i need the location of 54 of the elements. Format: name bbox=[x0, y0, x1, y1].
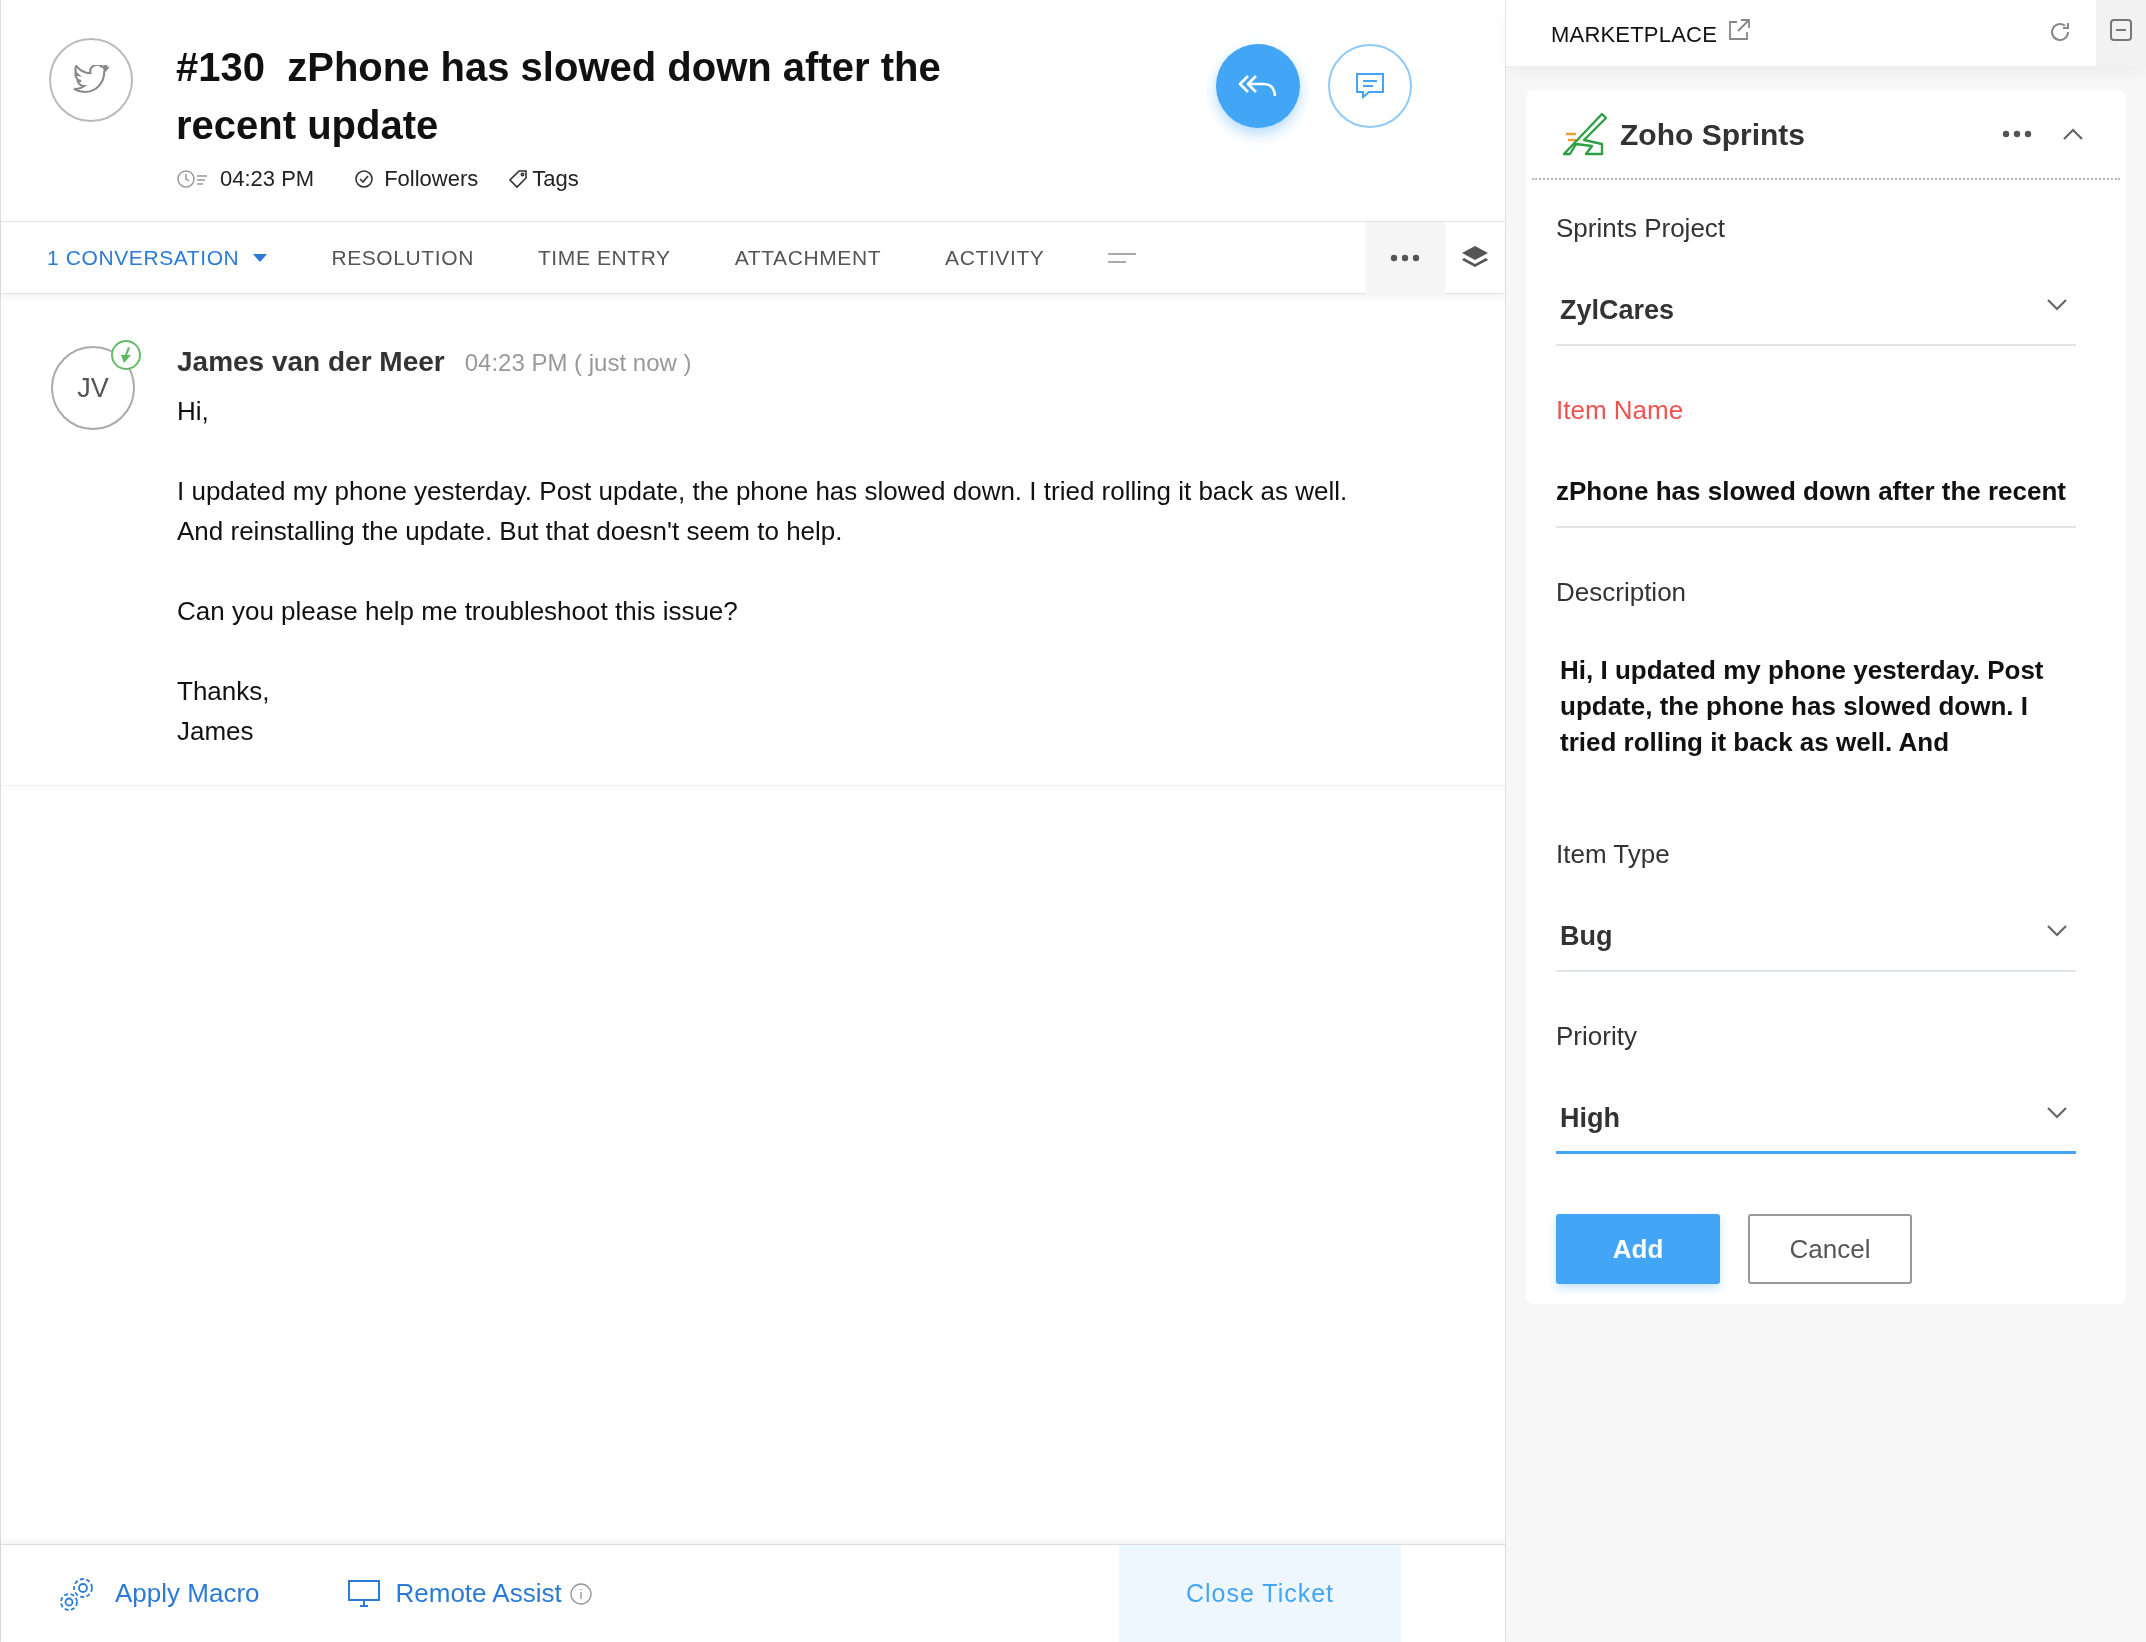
field-label: Item Name bbox=[1556, 394, 1685, 427]
followers-link[interactable]: Followers bbox=[384, 162, 479, 195]
select-field[interactable]: High bbox=[1556, 1094, 2076, 1154]
refresh-icon[interactable] bbox=[2048, 20, 2072, 44]
tab[interactable]: 1 CONVERSATION bbox=[47, 241, 268, 274]
description-field[interactable]: Hi, I updated my phone yesterday. Post update, the phone has slowed down. I tried rolling it back as well. And bbox=[1556, 652, 2076, 790]
app-logo-icon bbox=[1562, 110, 1610, 158]
tag-icon bbox=[508, 168, 529, 189]
select-field[interactable]: ZylCares bbox=[1556, 286, 2076, 346]
cancel-button[interactable]: Cancel bbox=[1748, 1214, 1912, 1284]
message-paragraph: Hi, bbox=[177, 395, 210, 428]
chevron-up-icon bbox=[2062, 127, 2084, 141]
field-label: Description bbox=[1556, 576, 1688, 609]
more-icon[interactable] bbox=[1390, 253, 1420, 262]
info-icon[interactable] bbox=[569, 1582, 592, 1605]
apply-macro-button[interactable]: Apply Macro bbox=[57, 1573, 260, 1614]
field-label: Item Type bbox=[1556, 838, 1671, 871]
message-paragraph: I updated my phone yesterday. Post update, the phone has slowed down. I tried rolling it back as well. And reinstalling the update. But that doesn't seem to help. bbox=[177, 475, 1349, 548]
app-name: Zoho Sprints bbox=[1620, 116, 1805, 153]
tab[interactable]: RESOLUTION bbox=[331, 241, 474, 274]
author-name: James van der Meer bbox=[177, 345, 445, 379]
arrow-icon bbox=[119, 347, 133, 363]
bird-icon bbox=[73, 65, 109, 95]
clock-icon bbox=[176, 168, 210, 189]
tags-link[interactable]: Tags bbox=[532, 162, 579, 195]
message-paragraph: Thanks, James bbox=[177, 675, 271, 748]
check-circle-icon bbox=[354, 168, 375, 189]
monitor-icon bbox=[347, 1579, 380, 1608]
ticket-title: #130 zPhone has slowed down after the recent update bbox=[176, 44, 942, 149]
tab[interactable]: TIME ENTRY bbox=[537, 241, 671, 274]
tab[interactable]: ATTACHMENT bbox=[734, 241, 882, 274]
remote-assist-button[interactable]: Remote Assist bbox=[347, 1574, 562, 1613]
chevron-down-icon bbox=[2046, 1106, 2068, 1120]
minimize-icon bbox=[2109, 18, 2133, 42]
ticket-time: 04:23 PM bbox=[220, 165, 315, 193]
select-field[interactable]: Bug bbox=[1556, 912, 2076, 972]
minimize-button[interactable] bbox=[2096, 0, 2146, 66]
field-label: Priority bbox=[1556, 1020, 1638, 1053]
collapse-button[interactable] bbox=[2062, 127, 2084, 141]
lines-icon[interactable] bbox=[1108, 251, 1137, 264]
caret-icon bbox=[253, 253, 268, 262]
reply-button[interactable] bbox=[1216, 44, 1300, 128]
chevron-down-icon bbox=[2046, 924, 2068, 938]
more-icon[interactable] bbox=[2002, 130, 2032, 138]
chevron-down-icon bbox=[2046, 298, 2068, 312]
comment-icon bbox=[1355, 72, 1385, 100]
external-link-icon[interactable] bbox=[1727, 18, 1752, 42]
reply-all-icon bbox=[1238, 73, 1278, 99]
text-field[interactable]: zPhone has slowed down after the recent bbox=[1556, 468, 2076, 528]
message-paragraph: Can you please help me troubleshoot this issue? bbox=[177, 595, 739, 628]
marketplace-title: MARKETPLACE bbox=[1551, 21, 1718, 49]
message-time: 04:23 PM ( just now ) bbox=[464, 348, 692, 378]
tab[interactable]: ACTIVITY bbox=[945, 241, 1045, 274]
field-label: Sprints Project bbox=[1556, 212, 1727, 245]
